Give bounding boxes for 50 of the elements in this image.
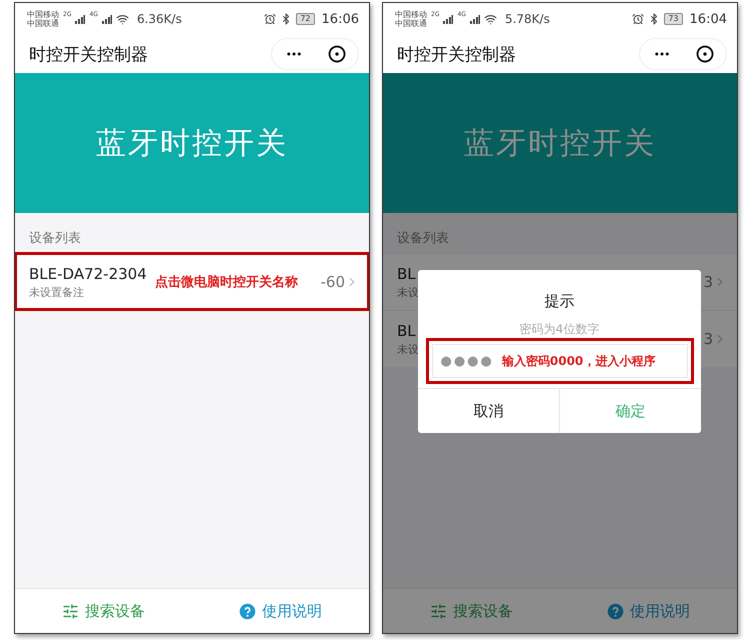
section-label: 设备列表 — [396, 230, 450, 248]
page-title: 时控开关控制器 — [397, 44, 517, 66]
search-devices-tab[interactable]: 搜索设备 — [426, 598, 517, 624]
annotation-text: 点击微电脑时控开关名称 — [154, 274, 298, 291]
device-name: BL — [397, 264, 417, 282]
sliders-icon — [62, 602, 79, 620]
signal-strength: -60 — [320, 273, 345, 291]
instructions-tab[interactable]: 使用说明 — [235, 598, 326, 624]
signal-icon — [102, 14, 112, 24]
instructions-tab[interactable]: 使用说明 — [603, 598, 694, 624]
page-title: 时控开关控制器 — [29, 44, 149, 66]
battery-level: 73 — [664, 13, 683, 25]
alarm-icon — [632, 13, 644, 25]
alarm-icon — [264, 13, 276, 25]
annotation-text: 输入密码0000，进入小程序 — [502, 352, 656, 370]
dialog-message: 密码为4位数字 — [520, 321, 600, 338]
wifi-icon — [116, 12, 129, 26]
sliders-icon — [430, 602, 447, 620]
network-speed: 6.36K/s — [136, 12, 182, 26]
carrier-name: 中国移动 — [395, 10, 427, 19]
signal-icon — [443, 14, 454, 24]
carrier-name: 中国联通 — [395, 19, 427, 28]
masked-password: ●●●● — [440, 354, 494, 368]
device-name: BLE-DA72-2304 — [29, 264, 147, 282]
close-icon[interactable] — [696, 45, 714, 63]
help-icon — [607, 602, 624, 620]
signal-icon — [75, 14, 86, 24]
signal-strength: 3 — [703, 273, 713, 291]
carrier-name: 中国联通 — [27, 19, 59, 28]
network-speed: 5.78K/s — [504, 12, 550, 26]
banner-title: 蓝牙时控开关 — [96, 124, 288, 162]
carrier-name: 中国移动 — [27, 10, 59, 19]
device-remark: 未设置备注 — [29, 284, 85, 300]
clock-time: 16:04 — [690, 12, 727, 26]
confirm-button[interactable]: 确定 — [559, 389, 701, 433]
device-remark: 未设 — [397, 342, 419, 356]
signal-strength: 3 — [703, 330, 713, 348]
device-remark: 未设 — [397, 284, 419, 300]
signal-icon — [470, 14, 480, 24]
banner-title: 蓝牙时控开关 — [464, 124, 656, 162]
battery-level: 72 — [296, 13, 315, 25]
clock-time: 16:06 — [322, 12, 359, 26]
wifi-icon — [484, 12, 497, 26]
device-name: BL — [397, 322, 417, 340]
help-icon — [239, 602, 256, 620]
search-devices-tab[interactable]: 搜索设备 — [58, 598, 149, 624]
close-icon[interactable] — [328, 45, 346, 63]
dialog-title: 提示 — [544, 292, 574, 311]
section-label: 设备列表 — [28, 230, 82, 248]
cancel-button[interactable]: 取消 — [418, 389, 559, 433]
